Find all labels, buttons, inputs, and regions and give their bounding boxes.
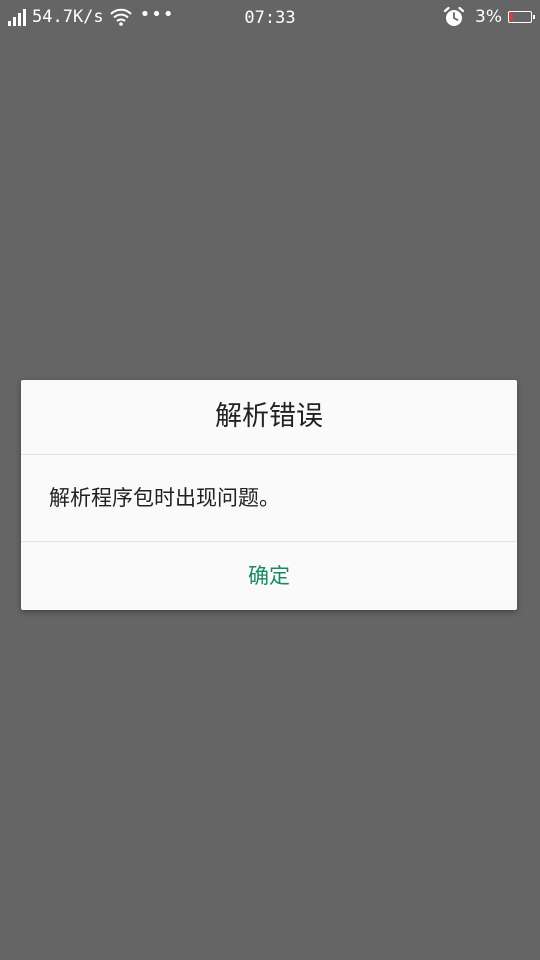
status-bar-right: 3% — [443, 6, 535, 28]
battery-fill — [510, 13, 513, 21]
dialog-title: 解析错误 — [21, 380, 517, 455]
dialog-message: 解析程序包时出现问题。 — [21, 455, 517, 542]
parse-error-dialog: 解析错误 解析程序包时出现问题。 确定 — [21, 380, 517, 610]
confirm-button[interactable]: 确定 — [21, 542, 517, 610]
battery-percent: 3% — [475, 7, 502, 27]
battery-icon — [508, 11, 535, 23]
status-bar: 54.7K/s ••• 07:33 3% — [0, 0, 540, 36]
alarm-icon — [443, 6, 465, 28]
